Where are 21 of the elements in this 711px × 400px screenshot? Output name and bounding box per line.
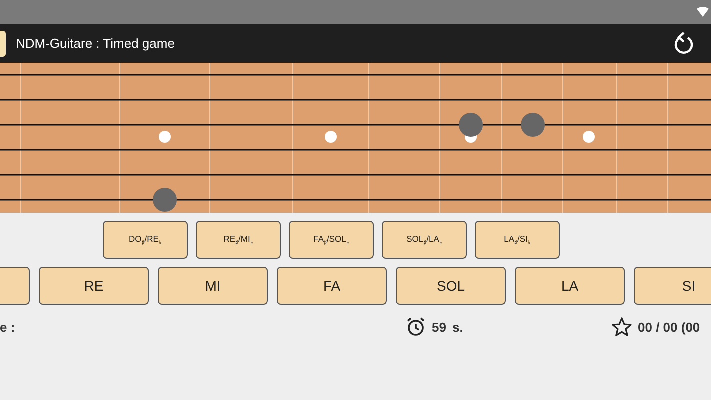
note-button[interactable]: SOL$_{♯}$/LA$_{♭}$ [382, 221, 467, 259]
note-button[interactable]: RE$_{♯}$/MI$_{♭}$ [196, 221, 281, 259]
timer-unit: s. [452, 320, 464, 334]
note-button[interactable]: MI [158, 267, 268, 305]
score-value: 00 / 00 (00 [638, 320, 700, 334]
app-icon [0, 30, 6, 56]
timer-value: 59 [432, 320, 446, 334]
note-button[interactable]: FA [277, 267, 387, 305]
note-button[interactable]: RE [39, 267, 149, 305]
wifi-icon [697, 7, 709, 17]
score-label: e : [0, 320, 16, 334]
note-button[interactable]: DO$_{♯}$/RE$_{♭}$ [103, 221, 188, 259]
refresh-icon[interactable] [673, 32, 695, 56]
note-button[interactable]: FA$_{♯}$/SOL$_{♭}$ [289, 221, 374, 259]
star-icon [612, 317, 632, 337]
note-button[interactable]: LA [515, 267, 625, 305]
app-title: NDM-Guitare : Timed game [16, 36, 176, 51]
note-button[interactable]: SOL [396, 267, 506, 305]
alarm-clock-icon [406, 317, 426, 337]
note-button[interactable]: SI [634, 267, 711, 305]
note-button[interactable]: LA$_{♯}$/SI$_{♭}$ [475, 221, 560, 259]
